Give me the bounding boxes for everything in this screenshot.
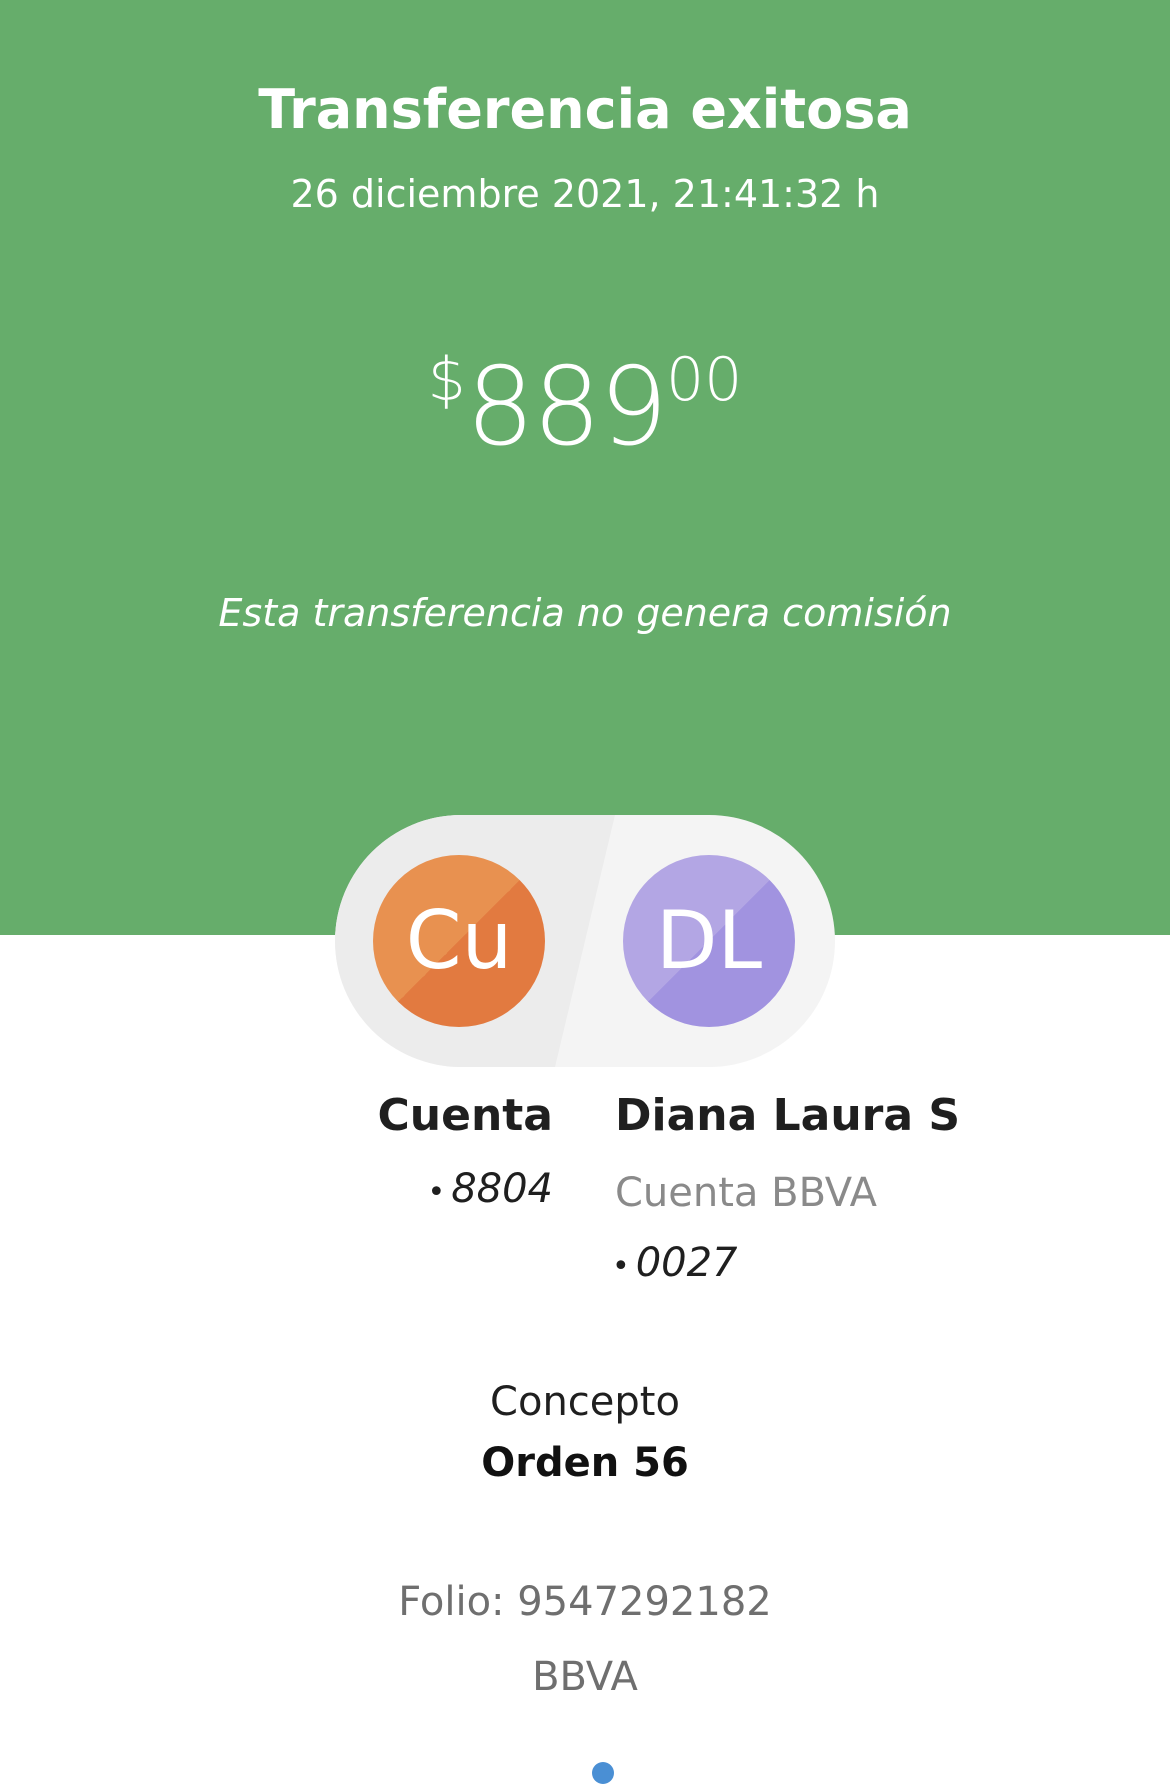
transfer-parties-pill: Cu DL — [335, 815, 835, 1067]
source-account-suffix: 8804 — [451, 1166, 553, 1212]
destination-account-bullet: • — [612, 1249, 630, 1284]
source-avatar: Cu — [373, 855, 545, 1027]
amount-integer: 889 — [465, 345, 668, 470]
destination-bank-account-label: Cuenta BBVA — [615, 1170, 877, 1216]
fee-note: Esta transferencia no genera comisión — [218, 591, 952, 635]
source-account-number: • 8804 — [300, 1163, 554, 1219]
destination-name: Diana Laura S — [615, 1090, 961, 1141]
destination-account-suffix: 0027 — [635, 1240, 738, 1286]
amount-currency-symbol: $ — [427, 345, 466, 415]
transfer-datetime: 26 diciembre 2021, 21:41:32 h — [290, 172, 880, 216]
source-account-name: Cuenta — [377, 1090, 553, 1141]
concept-value: Orden 56 — [481, 1440, 689, 1486]
page-indicator-dot — [592, 1762, 614, 1784]
concept-label: Concepto — [490, 1379, 680, 1425]
amount-decimals: 00 — [665, 345, 743, 415]
page-title: Transferencia exitosa — [258, 78, 912, 141]
source-account-bullet: • — [427, 1175, 446, 1210]
destination-account-number: • 0027 — [612, 1237, 1112, 1293]
transfer-amount: $88900 — [0, 320, 1170, 499]
bank-name: BBVA — [532, 1654, 638, 1700]
folio-number: Folio: 9547292182 — [398, 1579, 772, 1625]
destination-avatar: DL — [623, 855, 795, 1027]
success-header: Transferencia exitosa 26 diciembre 2021,… — [0, 0, 1170, 935]
